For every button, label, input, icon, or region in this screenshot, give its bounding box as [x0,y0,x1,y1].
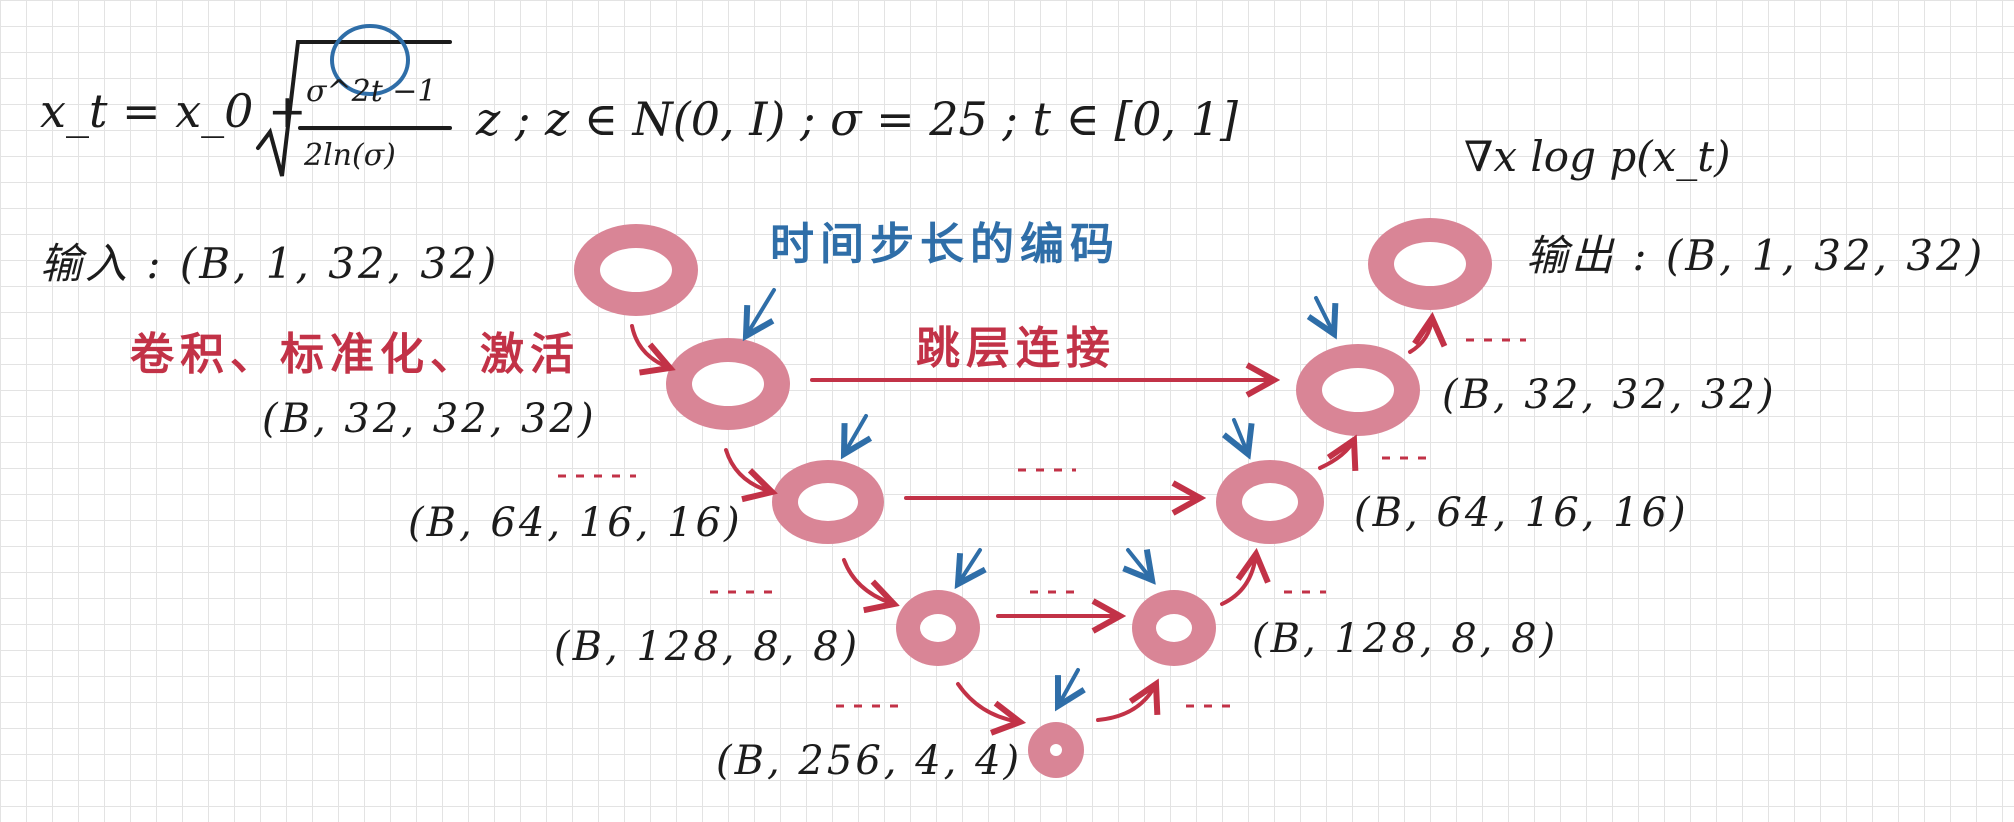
output-label: 输出 : (B, 1, 32, 32) [1526,231,1986,280]
dim-enc-128: (B, 128, 8, 8) [554,624,861,670]
score-label: ∇x log p(x_t) [1464,132,1731,181]
dim-bottom: (B, 256, 4, 4) [716,738,1023,784]
dim-dec-128: (B, 128, 8, 8) [1252,616,1559,662]
skip-connection-label: 跳层连接 [916,323,1116,374]
formula-lhs: x_t = x_0 + [40,84,307,138]
dim-dec-32: (B, 32, 32, 32) [1442,372,1777,418]
formula-denominator: 2ln(σ) [304,138,396,173]
dim-enc-64: (B, 64, 16, 16) [408,500,743,546]
conv-label: 卷积、标准化、激活 [130,329,580,380]
dim-enc-32: (B, 32, 32, 32) [262,396,597,442]
time-encoding-label: 时间步长的编码 [770,219,1120,270]
dim-dec-64: (B, 64, 16, 16) [1354,490,1689,536]
input-label: 输入 : (B, 1, 32, 32) [40,239,500,288]
formula-numerator: σ^2t −1 [306,74,437,109]
formula-rest: z ; z ∈ N(0, I) ; σ = 25 ; t ∈ [0, 1] [476,92,1238,146]
